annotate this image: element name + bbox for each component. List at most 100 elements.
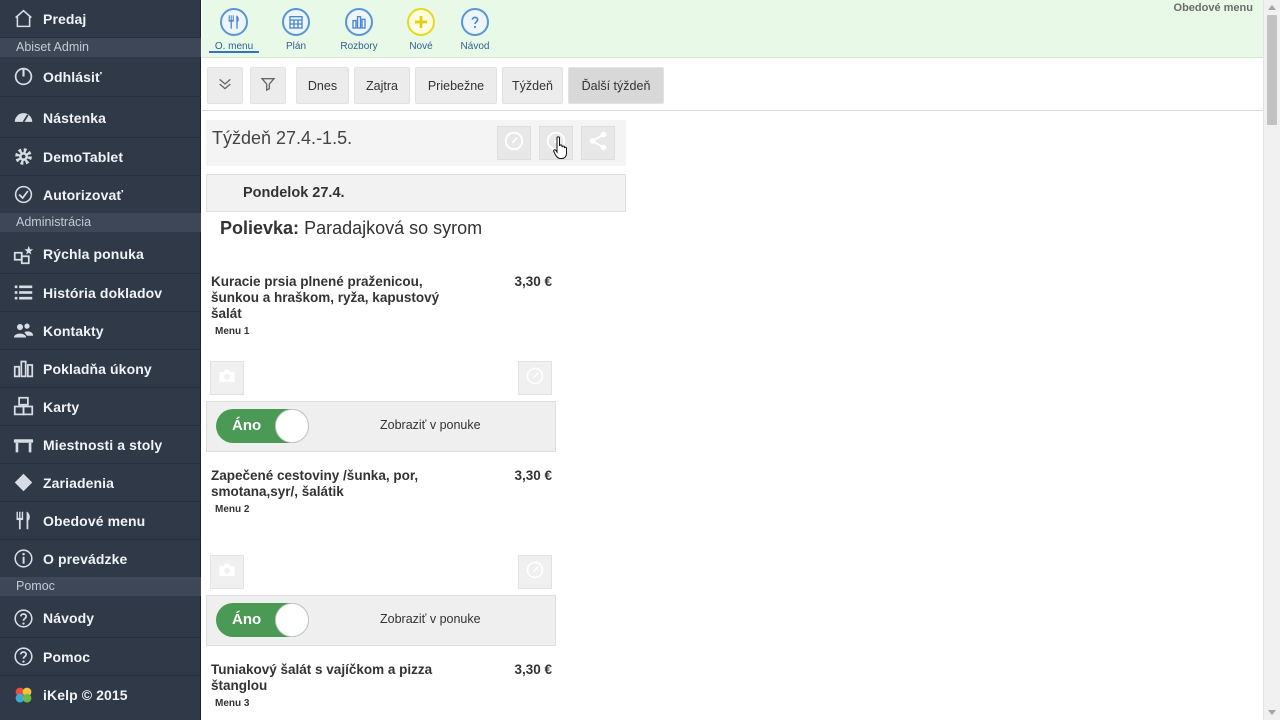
sidebar-item-pomoc[interactable]: Pomoc bbox=[0, 638, 201, 676]
toolbar-button-o-menu[interactable]: O. menu bbox=[205, 6, 263, 53]
sidebar-item-label: Zariadenia bbox=[43, 474, 115, 491]
meal-item: Zapečené cestoviny /šunka, por, smotana,… bbox=[206, 468, 556, 646]
sidebar-item-label: Kontakty bbox=[43, 322, 104, 339]
filter-dnes[interactable]: Dnes bbox=[296, 67, 349, 104]
sidebar-section-header: Pomoc bbox=[0, 577, 201, 596]
sidebar-item-zariadenia[interactable]: Zariadenia bbox=[0, 464, 201, 502]
camera-icon bbox=[217, 560, 237, 585]
vertical-scrollbar[interactable] bbox=[1263, 0, 1280, 720]
sidebar-item-demotablet[interactable]: DemoTablet bbox=[0, 138, 201, 176]
sidebar-item-o-prevadzke[interactable]: O prevádzke bbox=[0, 540, 201, 578]
list-icon bbox=[12, 282, 34, 304]
week-edit-button[interactable] bbox=[497, 126, 531, 160]
meal-menu-label: Menu 2 bbox=[215, 504, 250, 515]
sidebar-item-nastenka[interactable]: Nástenka bbox=[0, 98, 201, 138]
check-circle-icon bbox=[12, 184, 34, 206]
help-icon bbox=[12, 646, 34, 668]
sidebar-item-kontakty[interactable]: Kontakty bbox=[0, 312, 201, 350]
sidebar-item-ikelp[interactable]: iKelp © 2015 bbox=[0, 676, 201, 714]
sidebar-item-label: História dokladov bbox=[43, 284, 163, 301]
day-title: Pondelok 27.4. bbox=[243, 185, 345, 201]
toolbar-button-plan[interactable]: Plán bbox=[267, 6, 325, 52]
sidebar-item-label: Odhlásiť bbox=[43, 68, 102, 85]
meal-item: Tuniakový šalát s vajíčkom a pizza štang… bbox=[206, 662, 556, 720]
show-in-menu-toggle[interactable]: Áno bbox=[216, 409, 309, 443]
filter-zajtra[interactable]: Zajtra bbox=[354, 67, 410, 104]
mouse-cursor-icon bbox=[553, 136, 567, 159]
bar-chart-icon bbox=[345, 8, 373, 36]
meal-price: 3,30 € bbox=[514, 468, 552, 483]
table-icon bbox=[12, 434, 34, 456]
filter-icon bbox=[260, 76, 276, 95]
toolbar-button-label: Nové bbox=[409, 41, 433, 52]
toolbar-button-navod[interactable]: Návod bbox=[446, 6, 504, 52]
question-icon bbox=[12, 607, 34, 629]
sidebar: Predaj Abiset Admin Odhlásiť Nástenka De… bbox=[0, 0, 201, 720]
meal-photo-button[interactable] bbox=[210, 555, 244, 589]
double-chevron-down-icon bbox=[217, 76, 233, 95]
plus-icon bbox=[407, 8, 435, 36]
toolbar-button-label: Rozbory bbox=[340, 41, 378, 52]
diamond-icon bbox=[12, 472, 34, 494]
sidebar-section-header: Abiset Admin bbox=[0, 38, 201, 57]
filter-tyzden[interactable]: Týždeň bbox=[502, 67, 563, 104]
sidebar-item-label: Pomoc bbox=[43, 648, 91, 665]
sidebar-item-autorizovat[interactable]: Autorizovať bbox=[0, 176, 201, 214]
filter-dalsi-tyzden[interactable]: Ďalší týždeň bbox=[568, 67, 664, 104]
meal-edit-button[interactable] bbox=[518, 361, 552, 395]
compass-icon bbox=[503, 130, 525, 157]
sidebar-item-karty[interactable]: Karty bbox=[0, 388, 201, 426]
sidebar-item-label: Návody bbox=[43, 610, 95, 626]
week-share-button[interactable] bbox=[581, 126, 615, 160]
sidebar-item-miestnosti-a-stoly[interactable]: Miestnosti a stoly bbox=[0, 426, 201, 464]
sidebar-item-label: Rýchla ponuka bbox=[43, 246, 144, 262]
sidebar-item-label: DemoTablet bbox=[43, 148, 124, 165]
toolbar-button-nove[interactable]: Nové bbox=[392, 6, 450, 52]
sidebar-item-label: Autorizovať bbox=[43, 186, 124, 203]
compass-icon bbox=[525, 560, 545, 585]
toolbar-button-rozbory[interactable]: Rozbory bbox=[330, 6, 388, 52]
sidebar-item-label: Obedové menu bbox=[43, 512, 146, 529]
filter-bar: Dnes Zajtra Priebežne Týždeň Ďalší týžde… bbox=[202, 58, 1263, 111]
info-icon bbox=[12, 548, 34, 570]
active-indicator bbox=[209, 51, 259, 53]
sidebar-item-label: iKelp © 2015 bbox=[43, 687, 128, 703]
meal-item: Kuracie prsia plnené praženicou, šunkou … bbox=[206, 274, 556, 452]
sidebar-item-label: Karty bbox=[43, 398, 80, 415]
sidebar-section-header: Administrácia bbox=[0, 213, 201, 232]
sidebar-item-pokladna-ukony[interactable]: Pokladňa úkony bbox=[0, 350, 201, 388]
calendar-icon bbox=[282, 8, 310, 36]
users-icon bbox=[12, 320, 34, 342]
sidebar-item-obedove-menu[interactable]: Obedové menu bbox=[0, 502, 201, 540]
sidebar-item-rychla-ponuka[interactable]: Rýchla ponuka bbox=[0, 235, 201, 274]
week-title: Týždeň 27.4.-1.5. bbox=[212, 128, 353, 148]
show-in-menu-label: Zobraziť v ponuke bbox=[380, 612, 481, 626]
filter-priebezne[interactable]: Priebežne bbox=[415, 67, 497, 104]
meal-name: Tuniakový šalát s vajíčkom a pizza štang… bbox=[211, 662, 433, 693]
meal-photo-button[interactable] bbox=[210, 361, 244, 395]
toolbar-button-label: Návod bbox=[460, 41, 490, 52]
filter-button[interactable] bbox=[250, 67, 286, 104]
cutlery-icon bbox=[12, 510, 34, 532]
bar-chart-icon bbox=[12, 358, 34, 380]
home-icon bbox=[12, 8, 34, 30]
sidebar-item-odhlasit[interactable]: Odhlásiť bbox=[0, 57, 201, 97]
page-title: Obedové menu bbox=[1173, 2, 1253, 14]
gear-icon bbox=[12, 146, 34, 168]
scroll-down-arrow-icon[interactable] bbox=[1268, 710, 1276, 715]
sidebar-item-predaj[interactable]: Predaj bbox=[0, 0, 201, 38]
collapse-button[interactable] bbox=[207, 67, 243, 104]
camera-icon bbox=[217, 366, 237, 391]
question-icon bbox=[461, 8, 489, 36]
meal-edit-button[interactable] bbox=[518, 555, 552, 589]
scroll-up-arrow-icon[interactable] bbox=[1268, 5, 1276, 10]
meal-name: Zapečené cestoviny /šunka, por, smotana,… bbox=[211, 468, 419, 499]
scrollbar-thumb[interactable] bbox=[1267, 15, 1277, 125]
sidebar-item-historia-dokladov[interactable]: História dokladov bbox=[0, 274, 201, 312]
toolbar-button-label: Plán bbox=[285, 41, 306, 52]
sidebar-item-label: Predaj bbox=[43, 10, 87, 27]
sidebar-item-navody[interactable]: Návody bbox=[0, 599, 201, 638]
meal-price: 3,30 € bbox=[514, 662, 552, 677]
meal-name: Kuracie prsia plnené praženicou, šunkou … bbox=[211, 274, 440, 321]
show-in-menu-toggle[interactable]: Áno bbox=[216, 603, 309, 637]
